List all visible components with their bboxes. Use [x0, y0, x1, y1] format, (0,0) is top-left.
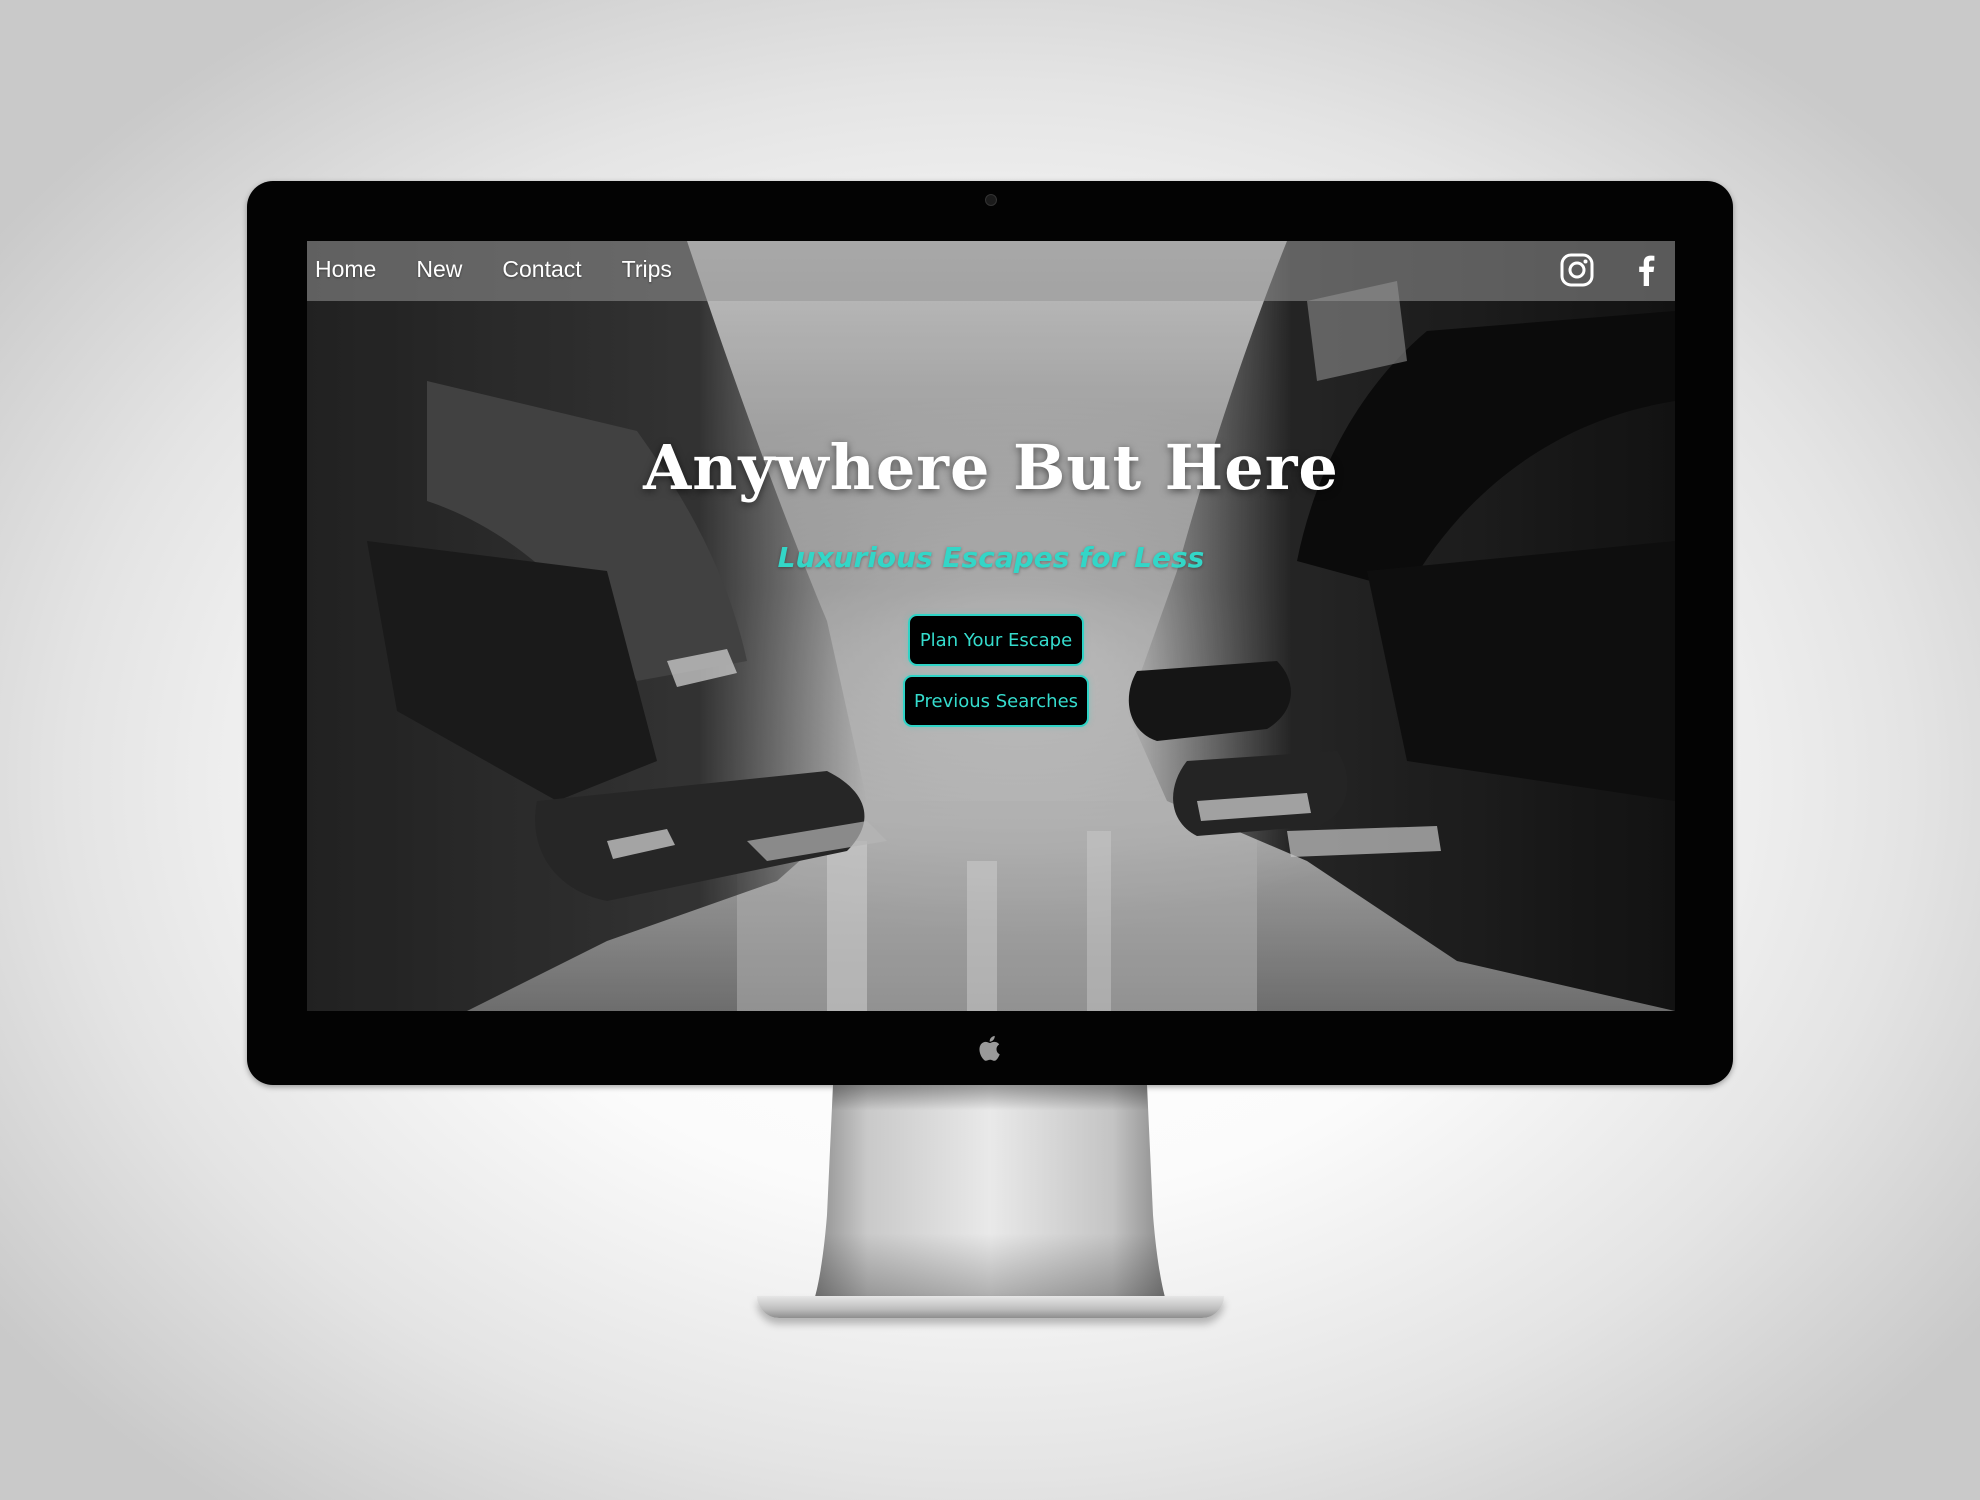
- apple-logo-icon: [979, 1035, 1000, 1061]
- webcam: [985, 194, 997, 206]
- previous-searches-button[interactable]: Previous Searches: [903, 675, 1089, 727]
- website-screen: Home New Contact Trips Anywhere But Here…: [307, 241, 1675, 1011]
- instagram-icon[interactable]: [1559, 252, 1595, 288]
- facebook-icon[interactable]: [1629, 252, 1665, 288]
- plan-your-escape-button[interactable]: Plan Your Escape: [908, 614, 1084, 666]
- monitor-stand: [815, 1085, 1165, 1297]
- hero-tagline: Luxurious Escapes for Less: [777, 541, 1205, 574]
- nav-contact-link[interactable]: Contact: [502, 256, 581, 283]
- nav-home-link[interactable]: Home: [315, 256, 376, 283]
- hero-title: Anywhere But Here: [643, 431, 1339, 504]
- social-links: [1559, 252, 1665, 288]
- nav-links: Home New Contact Trips: [315, 241, 672, 297]
- top-navigation-bar: Home New Contact Trips: [307, 241, 1675, 301]
- monitor-stand-base: [757, 1296, 1224, 1318]
- nav-new-link[interactable]: New: [416, 256, 462, 283]
- nav-trips-link[interactable]: Trips: [622, 256, 672, 283]
